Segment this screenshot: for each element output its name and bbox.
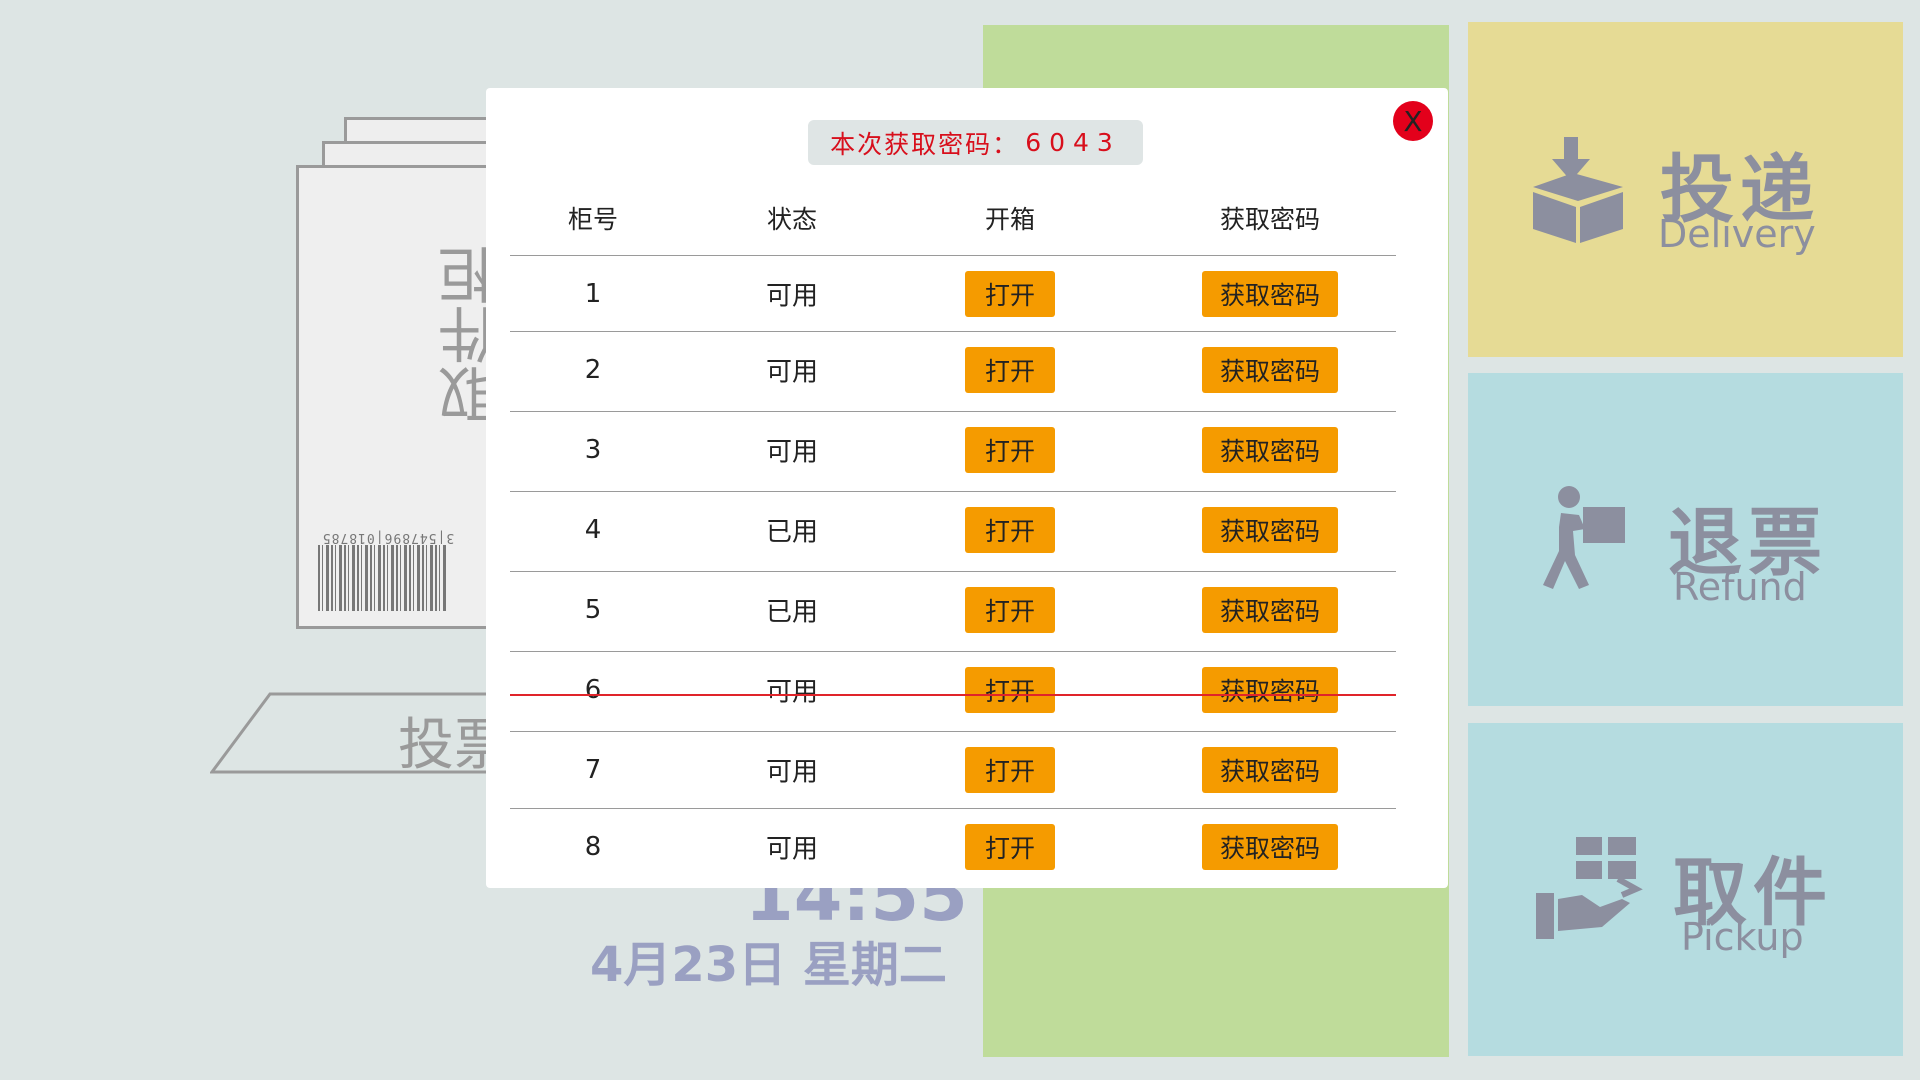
- date-label: 4月23日 星期二: [590, 937, 947, 993]
- barcode-number: 3|547896|018785: [321, 530, 455, 545]
- person-carry-icon: [1543, 486, 1625, 589]
- table-row: 7 可用 打开 获取密码: [510, 731, 1396, 809]
- open-button[interactable]: 打开: [965, 271, 1055, 317]
- get-password-button[interactable]: 获取密码: [1202, 427, 1338, 473]
- get-password-button[interactable]: 获取密码: [1202, 587, 1338, 633]
- open-button[interactable]: 打开: [965, 507, 1055, 553]
- table-row: 1 可用 打开 获取密码: [510, 255, 1396, 332]
- password-code: 6043: [1025, 128, 1121, 157]
- header-get-password: 获取密码: [1219, 205, 1321, 234]
- header-open: 开箱: [984, 205, 1036, 234]
- tile-delivery[interactable]: 投递 Delivery: [1468, 22, 1903, 357]
- cabinet-no-cell: 5: [584, 595, 602, 625]
- table-header: 柜号 状态 开箱 获取密码: [510, 200, 1396, 255]
- close-button[interactable]: X: [1393, 101, 1433, 141]
- get-password-button[interactable]: 获取密码: [1202, 824, 1338, 870]
- status-cell: 可用: [765, 757, 819, 788]
- cabinet-no-cell: 2: [584, 355, 602, 385]
- tile-refund[interactable]: 退票 Refund: [1468, 373, 1903, 706]
- table-row: 3 可用 打开 获取密码: [510, 411, 1396, 492]
- tile-delivery-en: Delivery: [1658, 212, 1816, 256]
- open-button[interactable]: 打开: [965, 824, 1055, 870]
- status-cell: 可用: [765, 437, 819, 468]
- hand-pickup-icon: [1536, 837, 1643, 939]
- open-button[interactable]: 打开: [965, 747, 1055, 793]
- header-status: 状态: [766, 205, 818, 234]
- get-password-button[interactable]: 获取密码: [1202, 271, 1338, 317]
- cabinet-no-cell: 1: [584, 279, 602, 309]
- open-button[interactable]: 打开: [965, 587, 1055, 633]
- get-password-button[interactable]: 获取密码: [1202, 347, 1338, 393]
- table-row: 5 已用 打开 获取密码: [510, 571, 1396, 652]
- header-cabinet-no: 柜号: [567, 205, 619, 234]
- get-password-button[interactable]: 获取密码: [1202, 747, 1338, 793]
- table-row: 8 可用 打开 获取密码: [510, 808, 1396, 889]
- cabinet-no-cell: 6: [584, 675, 602, 705]
- password-label: 本次获取密码：: [830, 129, 1020, 159]
- get-password-button[interactable]: 获取密码: [1202, 667, 1338, 713]
- barcode-graphic: [318, 545, 446, 611]
- status-cell: 可用: [765, 357, 819, 388]
- cabinet-no-cell: 3: [584, 435, 602, 465]
- tile-refund-en: Refund: [1673, 565, 1807, 609]
- open-button[interactable]: 打开: [965, 347, 1055, 393]
- cabinet-no-cell: 7: [584, 755, 602, 785]
- open-button[interactable]: 打开: [965, 427, 1055, 473]
- table-row: 4 已用 打开 获取密码: [510, 491, 1396, 572]
- status-cell: 已用: [765, 597, 819, 628]
- row-6-strikethrough: [510, 694, 1396, 696]
- open-button[interactable]: 打开: [965, 667, 1055, 713]
- status-cell: 可用: [765, 677, 819, 708]
- cabinet-no-cell: 8: [584, 832, 602, 862]
- box-delivery-icon: [1533, 137, 1623, 243]
- tile-pickup-en: Pickup: [1681, 915, 1804, 959]
- status-cell: 已用: [765, 517, 819, 548]
- status-cell: 可用: [765, 834, 819, 865]
- password-banner: 本次获取密码： 6043: [808, 120, 1143, 165]
- tile-pickup[interactable]: 取件 Pickup: [1468, 723, 1903, 1056]
- cabinet-no-cell: 4: [584, 515, 602, 545]
- status-cell: 可用: [765, 281, 819, 312]
- get-password-button[interactable]: 获取密码: [1202, 507, 1338, 553]
- table-row: 2 可用 打开 获取密码: [510, 331, 1396, 412]
- table-row: 6 可用 打开 获取密码: [510, 651, 1396, 732]
